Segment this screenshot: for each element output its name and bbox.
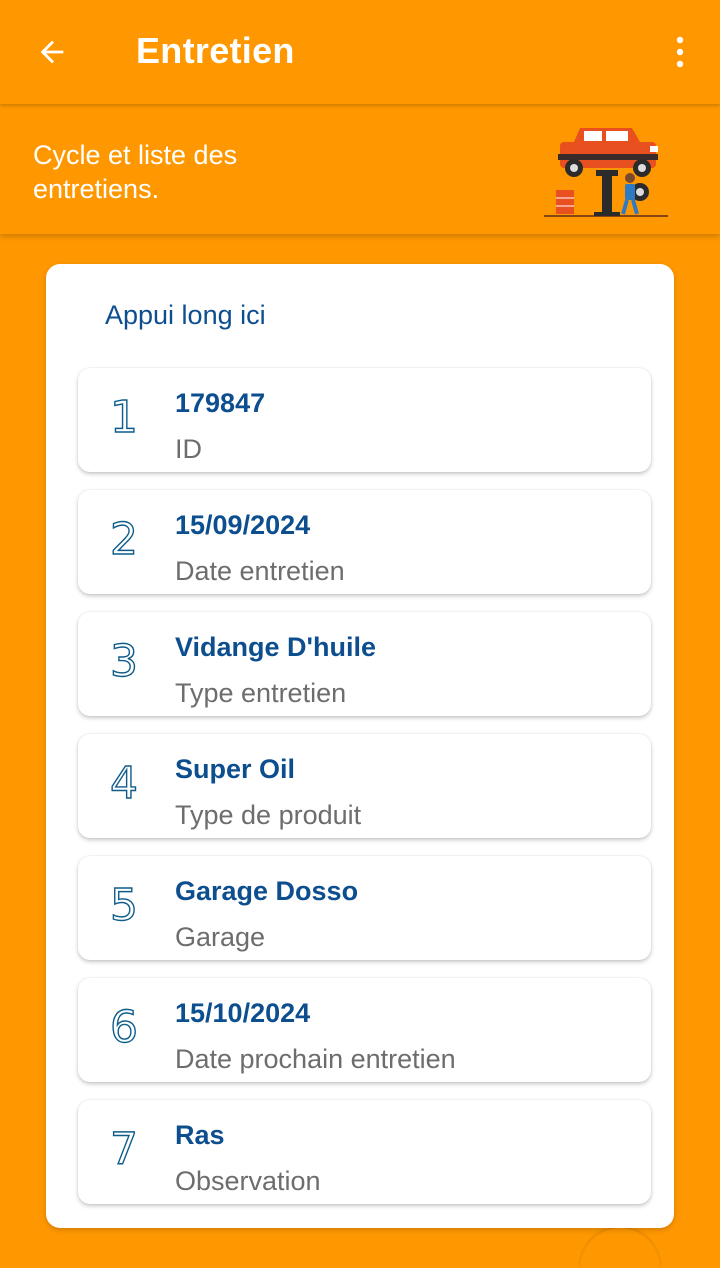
- number-1-icon: 1: [109, 391, 138, 440]
- item-label: Type de produit: [175, 800, 362, 830]
- list-item-type-produit[interactable]: 4 Super Oil Type de produit: [78, 734, 651, 838]
- overflow-menu-button[interactable]: [658, 22, 702, 82]
- svg-text:4: 4: [110, 758, 138, 806]
- item-label: Garage: [175, 922, 266, 952]
- item-value: 15/10/2024: [175, 998, 311, 1028]
- list-item-observation[interactable]: 7 Ras Observation: [78, 1100, 651, 1204]
- svg-text:7: 7: [110, 1124, 138, 1172]
- long-press-hint: Appui long ici: [105, 300, 266, 330]
- arrow-left-icon: [40, 40, 64, 64]
- number-7-icon: 7: [109, 1123, 138, 1172]
- item-label: Observation: [175, 1166, 321, 1196]
- list-item-date-prochain[interactable]: 6 15/10/2024 Date prochain entretien: [78, 978, 651, 1082]
- svg-text:2: 2: [110, 514, 138, 562]
- number-3-icon: 3: [109, 635, 138, 684]
- header-banner: Cycle et liste des entretiens.: [0, 106, 720, 234]
- item-label: ID: [175, 434, 202, 464]
- number-4-icon: 4: [109, 757, 138, 806]
- item-value: Garage Dosso: [175, 876, 359, 906]
- list-item-id[interactable]: 1 179847 ID: [78, 368, 651, 472]
- item-label: Date entretien: [175, 556, 345, 586]
- app-bar: Entretien: [0, 0, 720, 104]
- car-lift-mechanic-illustration: [544, 128, 668, 217]
- item-value: 15/09/2024: [175, 510, 311, 540]
- item-label: Type entretien: [175, 678, 347, 708]
- svg-text:6: 6: [110, 1002, 138, 1050]
- list-item-garage[interactable]: 5 Garage Dosso Garage: [78, 856, 651, 960]
- svg-text:1: 1: [110, 392, 138, 440]
- item-label: Date prochain entretien: [175, 1044, 456, 1074]
- item-value: Ras: [175, 1120, 225, 1150]
- back-button[interactable]: [22, 22, 82, 82]
- list-item-date-entretien[interactable]: 2 15/09/2024 Date entretien: [78, 490, 651, 594]
- item-value: Vidange D'huile: [175, 632, 376, 662]
- maintenance-card[interactable]: Appui long ici 1 179847 ID 2 15/09/2024 …: [46, 264, 674, 1228]
- number-2-icon: 2: [109, 513, 138, 562]
- number-5-icon: 5: [109, 879, 138, 928]
- number-6-icon: 6: [109, 1001, 138, 1050]
- header-description: Cycle et liste des entretiens.: [33, 140, 238, 204]
- more-vert-icon: [676, 36, 684, 68]
- floating-action-button[interactable]: [580, 1228, 660, 1268]
- item-value: Super Oil: [175, 754, 296, 784]
- svg-text:5: 5: [110, 880, 138, 928]
- item-value: 179847: [175, 388, 266, 418]
- svg-text:3: 3: [110, 636, 138, 684]
- list-item-type-entretien[interactable]: 3 Vidange D'huile Type entretien: [78, 612, 651, 716]
- page-title: Entretien: [136, 30, 295, 71]
